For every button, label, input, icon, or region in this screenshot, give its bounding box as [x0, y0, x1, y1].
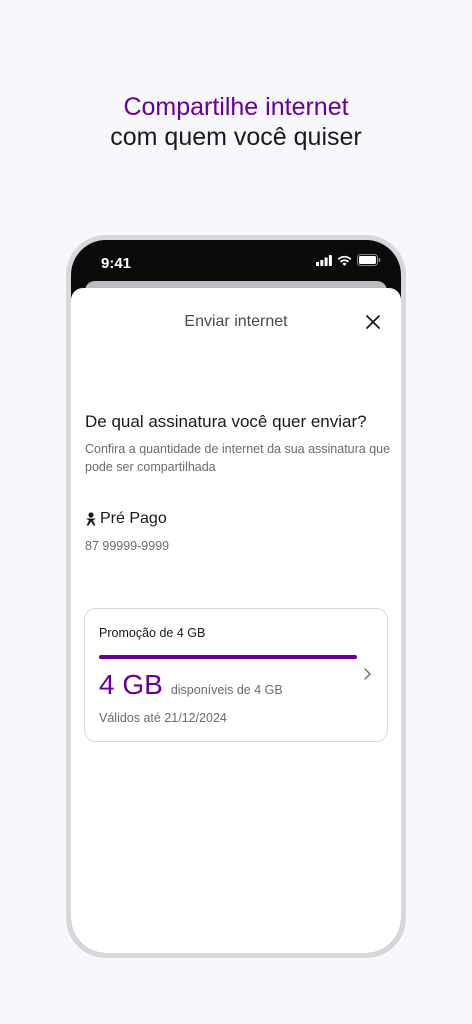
status-icons: [316, 254, 381, 266]
question-heading: De qual assinatura você quer enviar?: [85, 412, 367, 431]
plan-name: Pré Pago: [100, 510, 167, 527]
data-amount: 4 GB: [99, 669, 163, 700]
data-progress-bar: [99, 655, 357, 659]
headline-line-2: com quem você quiser: [110, 123, 362, 151]
data-progress-fill: [99, 655, 357, 659]
promotion-title: Promoção de 4 GB: [99, 626, 206, 640]
plan-row: Pré Pago: [85, 510, 167, 528]
status-bar: 9:41: [71, 240, 401, 282]
status-time: 9:41: [101, 255, 132, 272]
chevron-right-icon: [364, 668, 371, 680]
promotion-card[interactable]: Promoção de 4 GB 4 GB disponíveis de 4 G…: [84, 608, 388, 742]
close-icon[interactable]: [363, 312, 383, 332]
validity-text: Válidos até 21/12/2024: [99, 711, 227, 725]
battery-icon: [357, 254, 381, 266]
bottom-sheet: Enviar internet De qual assinatura você …: [71, 288, 401, 953]
phone-number: 87 99999-9999: [85, 539, 170, 553]
wifi-icon: [337, 255, 352, 266]
question-subtext: Confira a quantidade de internet da sua …: [85, 442, 391, 474]
amount-row: 4 GB disponíveis de 4 GB: [99, 669, 283, 701]
signal-icon: [316, 254, 332, 266]
sheet-title: Enviar internet: [184, 313, 288, 330]
person-icon: [86, 512, 96, 526]
headline: Compartilhe internet com quem você quise…: [0, 92, 472, 152]
data-available-text: disponíveis de 4 GB: [170, 683, 283, 697]
headline-line-1: Compartilhe internet: [123, 93, 349, 121]
phone-frame: 9:41 Enviar internet De qual assinatura …: [66, 235, 406, 958]
phone-screen: 9:41 Enviar internet De qual assinatura …: [71, 240, 401, 953]
